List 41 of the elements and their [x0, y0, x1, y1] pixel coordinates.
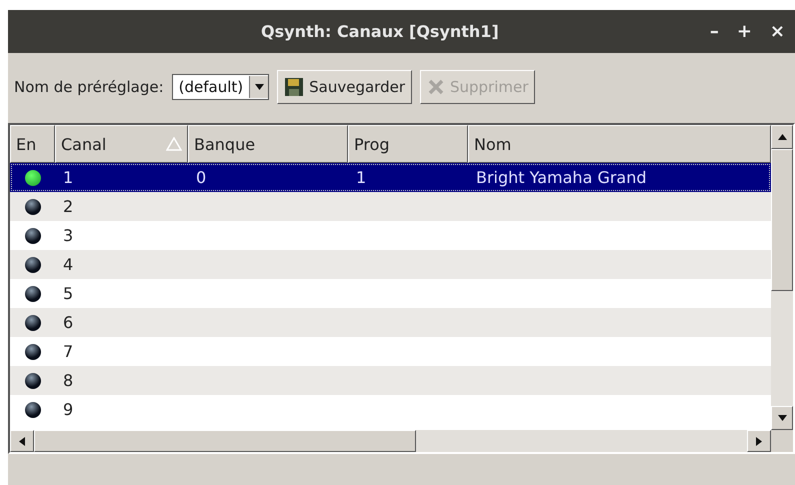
- scroll-thumb[interactable]: [771, 149, 793, 291]
- column-header[interactable]: Nom: [468, 125, 771, 163]
- up-arrow-icon: [778, 134, 786, 140]
- scroll-thumb[interactable]: [34, 430, 416, 452]
- column-header[interactable]: Banque: [188, 125, 348, 163]
- down-arrow-icon: [778, 415, 786, 421]
- sort-arrow-icon: [166, 137, 182, 151]
- table-cell-text: 1: [62, 168, 74, 187]
- table-row[interactable]: 1 0 1 Bright Yamaha Grand: [10, 163, 771, 192]
- save-button[interactable]: Sauvegarder: [277, 70, 412, 104]
- left-arrow-icon: [19, 436, 25, 446]
- column-header[interactable]: Prog: [348, 125, 468, 163]
- window-title: Qsynth: Canaux [Qsynth1]: [260, 22, 500, 41]
- cross-icon: [426, 78, 445, 96]
- table-cell-text: 2: [62, 197, 74, 216]
- table-cell-text: 8: [62, 371, 74, 390]
- table-cell-text: 6: [62, 313, 74, 332]
- right-arrow-icon: [756, 436, 762, 446]
- table-cell-text: 9: [62, 400, 74, 419]
- column-header[interactable]: Canal: [55, 125, 188, 163]
- horizontal-scrollbar[interactable]: [10, 430, 771, 452]
- table-cell-text: 7: [62, 342, 74, 361]
- maximize-button[interactable]: +: [736, 21, 752, 42]
- minimize-button[interactable]: –: [710, 21, 719, 42]
- close-button[interactable]: ×: [770, 21, 785, 42]
- table-cell-text: 3: [62, 226, 74, 245]
- preset-combo[interactable]: (default): [172, 74, 270, 100]
- table-cell-text: 4: [62, 255, 74, 274]
- table-row[interactable]: 4: [10, 250, 771, 279]
- table-cell-text: 1: [355, 168, 368, 187]
- table-cell-text: Bright Yamaha Grand: [475, 168, 648, 187]
- preset-label: Nom de préréglage:: [14, 78, 164, 96]
- table-row[interactable]: 8: [10, 366, 771, 395]
- table-row[interactable]: 6: [10, 308, 771, 337]
- scrollbar-corner: [771, 430, 793, 452]
- dropdown-arrow-icon: [254, 84, 264, 90]
- table-cell-text: 0: [195, 168, 208, 187]
- table-row[interactable]: 2: [10, 192, 771, 221]
- vertical-scrollbar[interactable]: [771, 125, 793, 430]
- column-header[interactable]: En: [10, 125, 55, 163]
- table-cell-text: 5: [62, 284, 74, 303]
